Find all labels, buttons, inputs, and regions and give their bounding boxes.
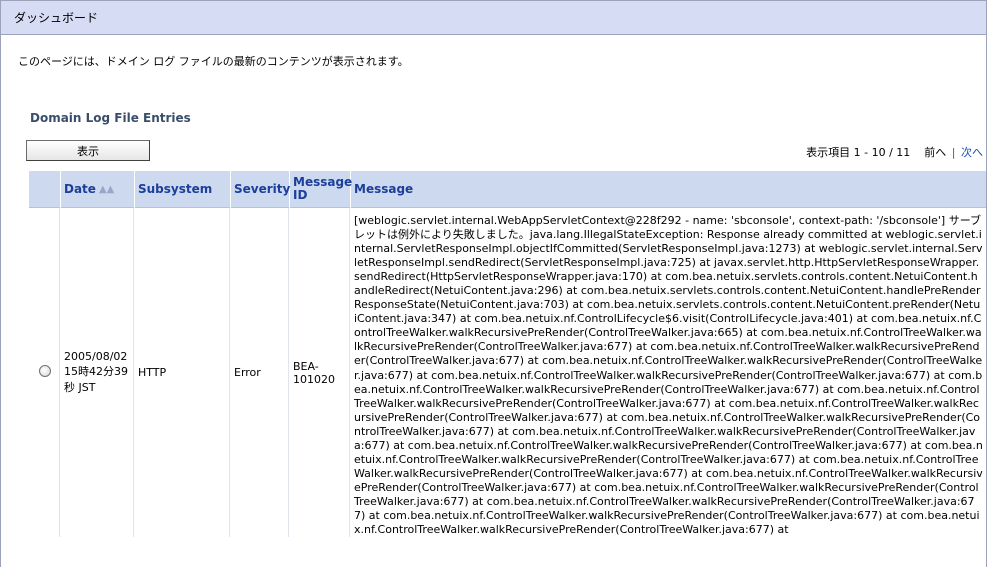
row-message-id: BEA-101020	[290, 208, 350, 538]
row-message: [weblogic.servlet.internal.WebAppServlet…	[351, 208, 986, 537]
row-subsystem: HTTP	[135, 208, 230, 538]
page-title: ダッシュボード	[14, 11, 99, 25]
row-date: 2005/08/02 15時42分39秒 JST	[61, 208, 134, 538]
column-header-message-label: Message	[354, 181, 414, 196]
sort-ascending-icon[interactable]: ▲▲	[99, 183, 114, 196]
pager-next-link[interactable]: 次へ	[961, 146, 983, 159]
section-title: Domain Log File Entries	[30, 111, 191, 125]
column-header-subsystem-label: Subsystem	[138, 181, 213, 196]
column-header-date-label: Date	[64, 181, 96, 196]
row-select-cell	[29, 208, 60, 538]
table-row: 2005/08/02 15時42分39秒 JST HTTP Error BEA-…	[29, 208, 986, 538]
pager-prev: 前へ	[924, 146, 947, 159]
show-button[interactable]: 表示	[26, 140, 150, 161]
pager: 表示項目 1 - 10 / 11 前へ | 次へ	[806, 144, 983, 160]
pager-summary: 表示項目 1 - 10 / 11	[806, 146, 911, 159]
column-header-message-id-label: Message ID	[293, 175, 353, 202]
table-header-row: Date ▲▲ Subsystem Severity Message ID Mes…	[29, 171, 986, 208]
column-header-severity-label: Severity	[234, 181, 291, 196]
column-header-message[interactable]: Message	[351, 171, 986, 208]
log-entries-table: Date ▲▲ Subsystem Severity Message ID Mes…	[28, 171, 986, 538]
dashboard-window: ダッシュボード このページには、ドメイン ログ ファイルの最新のコンテンツが表示…	[0, 0, 987, 567]
select-column-header	[29, 171, 60, 208]
pager-separator: |	[951, 146, 956, 159]
row-severity: Error	[231, 208, 289, 538]
intro-text: このページには、ドメイン ログ ファイルの最新のコンテンツが表示されます。	[18, 55, 409, 68]
column-header-severity[interactable]: Severity	[231, 171, 291, 208]
page-title-bar: ダッシュボード	[1, 1, 986, 35]
row-select-radio[interactable]	[39, 365, 51, 378]
column-header-date[interactable]: Date ▲▲	[61, 171, 134, 208]
column-header-message-id[interactable]: Message ID	[290, 171, 353, 208]
column-header-subsystem[interactable]: Subsystem	[135, 171, 230, 208]
